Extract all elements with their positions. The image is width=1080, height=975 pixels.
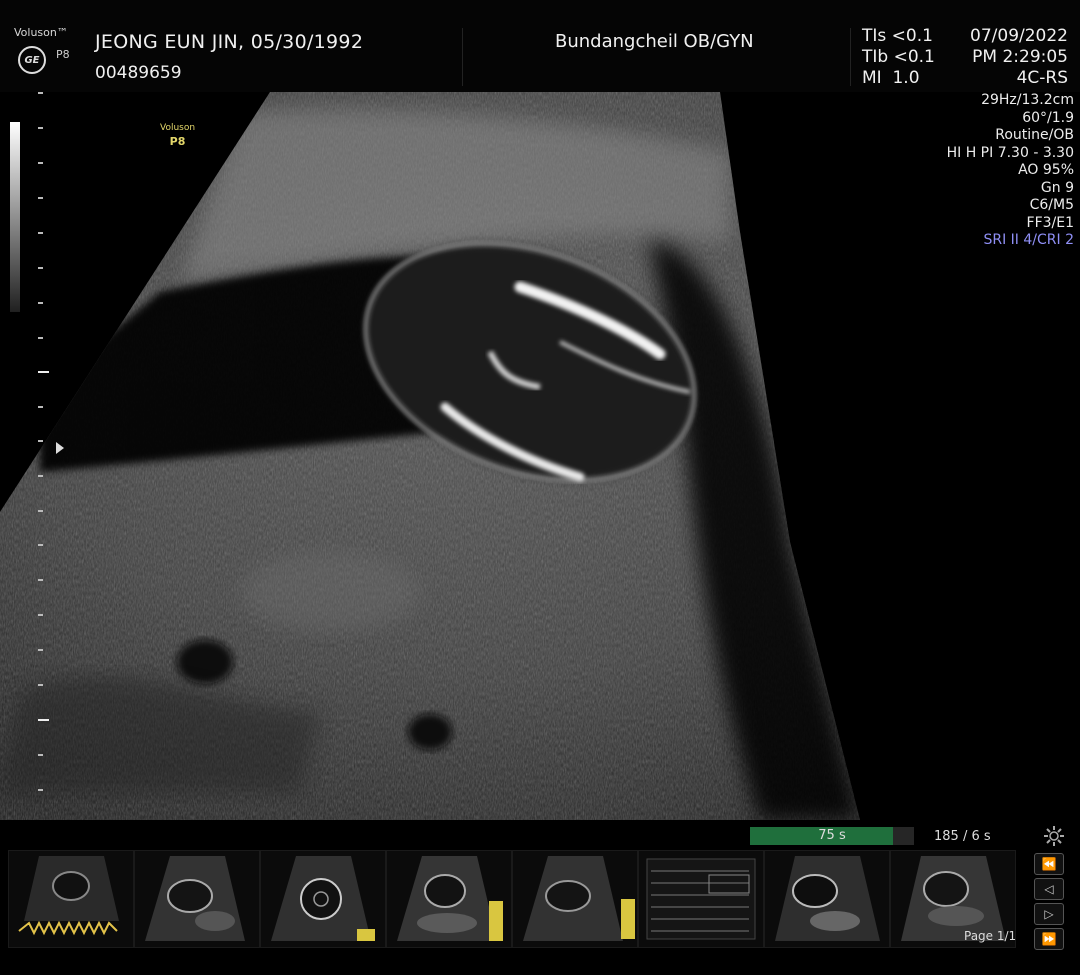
param-preset: Routine/OB <box>995 127 1074 143</box>
cine-current-time: 75 s <box>818 828 846 843</box>
page-indicator: Page 1/1 <box>964 929 1017 943</box>
grayscale-bar <box>10 122 20 312</box>
thumbnail[interactable] <box>638 850 764 948</box>
thumbnail[interactable] <box>764 850 890 948</box>
ge-logo-icon: GE <box>18 46 46 74</box>
header-bar: Voluson™ GE P8 JEONG EUN JIN, 05/30/1992… <box>0 0 1080 92</box>
param-angle: 60°/1.9 <box>1022 109 1074 126</box>
exam-datetime: 07/09/2022 PM 2:29:05 4C-RS <box>970 26 1068 89</box>
header-divider <box>850 28 851 86</box>
param-ao: AO 95% <box>1018 162 1074 178</box>
acquisition-parameters: 29Hz/13.2cm 60°/1.9 Routine/OB HI H PI 7… <box>947 92 1074 250</box>
patient-id: 00489659 <box>95 63 182 83</box>
cine-progress-bar[interactable]: 75 s <box>750 827 914 845</box>
param-contrast: C6/M5 <box>1029 197 1074 213</box>
thumbnail[interactable] <box>8 850 134 948</box>
safety-indices: TIs <0.1 TIb <0.1 MI 1.0 <box>862 26 935 89</box>
thumbnail[interactable] <box>260 850 386 948</box>
focus-marker[interactable] <box>56 442 64 454</box>
voluson-tag-model: P8 <box>169 135 186 148</box>
last-frame-icon[interactable]: ⏩ <box>1034 928 1064 950</box>
brand-name: Voluson™ <box>14 26 68 39</box>
brand-logo: Voluson™ GE P8 <box>14 26 84 86</box>
institution-name: Bundangcheil OB/GYN <box>555 31 754 52</box>
thumbnail-strip <box>8 850 1023 948</box>
header-divider <box>462 28 463 86</box>
tib-value: TIb <0.1 <box>862 47 935 67</box>
param-harmonics: HI H PI 7.30 - 3.30 <box>946 144 1074 161</box>
patient-name-dob: JEONG EUN JIN, 05/30/1992 <box>95 31 364 53</box>
ultrasound-scan <box>0 92 860 820</box>
tis-value: TIs <0.1 <box>862 26 933 46</box>
param-sri: SRI II 4/CRI 2 <box>983 232 1074 248</box>
prev-frame-icon[interactable]: ◁ <box>1034 878 1064 900</box>
param-frame: FF3/E1 <box>1026 214 1074 231</box>
thumbnail[interactable] <box>386 850 512 948</box>
thumbnail[interactable] <box>512 850 638 948</box>
exam-time: PM 2:29:05 <box>972 47 1068 67</box>
voluson-watermark: Voluson P8 <box>160 122 195 148</box>
voluson-tag-label: Voluson <box>160 123 196 133</box>
probe-name: 4C-RS <box>1016 68 1068 88</box>
param-gain: Gn 9 <box>1040 179 1074 196</box>
next-frame-icon[interactable]: ▷ <box>1034 903 1064 925</box>
system-model: P8 <box>56 48 70 61</box>
depth-scale <box>38 92 50 820</box>
ultrasound-image-area[interactable]: Voluson P8 29Hz/13.2cm 60°/1.9 Routine/O… <box>0 92 1080 820</box>
thumbnail[interactable] <box>134 850 260 948</box>
mi-value: MI 1.0 <box>862 68 920 88</box>
first-frame-icon[interactable]: ⏪ <box>1034 853 1064 875</box>
settings-gear-icon[interactable] <box>1042 824 1066 848</box>
cine-total: 185 / 6 s <box>934 829 991 844</box>
exam-date: 07/09/2022 <box>970 26 1068 46</box>
param-frame-depth: 29Hz/13.2cm <box>981 92 1074 108</box>
